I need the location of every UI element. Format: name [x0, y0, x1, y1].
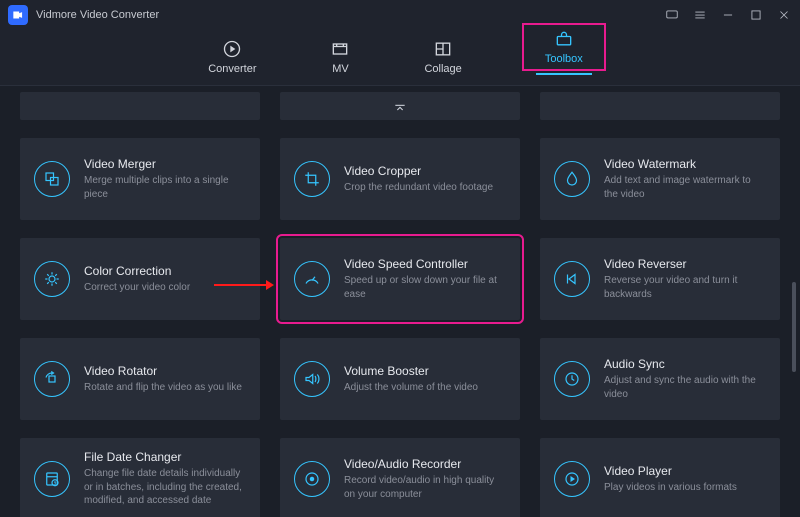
card-video-merger[interactable]: Video Merger Merge multiple clips into a …: [20, 138, 260, 220]
toolbox-grid: Video Merger Merge multiple clips into a …: [20, 138, 780, 517]
card-video-cropper[interactable]: Video Cropper Crop the redundant video fo…: [280, 138, 520, 220]
annotation-arrow: [214, 278, 274, 296]
watermark-icon: [554, 161, 590, 197]
date-icon: [34, 461, 70, 497]
card-desc: Reverse your video and turn it backwards: [604, 274, 766, 301]
card-video-audio-recorder[interactable]: Video/Audio Recorder Record video/audio i…: [280, 438, 520, 517]
content-area: Video Merger Merge multiple clips into a …: [0, 92, 800, 517]
card-title: Video Cropper: [344, 164, 493, 178]
tab-label: Collage: [424, 63, 461, 75]
card-desc: Merge multiple clips into a single piece: [84, 174, 246, 201]
card-desc: Play videos in various formats: [604, 481, 737, 495]
card-video-reverser[interactable]: Video Reverser Reverse your video and tur…: [540, 238, 780, 320]
card-stub[interactable]: [540, 92, 780, 120]
card-title: Video/Audio Recorder: [344, 457, 506, 471]
card-title: File Date Changer: [84, 450, 246, 464]
card-desc: Rotate and flip the video as you like: [84, 381, 242, 395]
card-title: Video Reverser: [604, 257, 766, 271]
reverser-icon: [554, 261, 590, 297]
card-title: Audio Sync: [604, 357, 766, 371]
card-volume-booster[interactable]: Volume Booster Adjust the volume of the v…: [280, 338, 520, 420]
maximize-icon[interactable]: [748, 7, 764, 23]
card-video-rotator[interactable]: Video Rotator Rotate and flip the video a…: [20, 338, 260, 420]
titlebar-controls: [664, 7, 792, 23]
card-title: Video Watermark: [604, 157, 766, 171]
card-file-date-changer[interactable]: File Date Changer Change file date detail…: [20, 438, 260, 517]
merger-icon: [34, 161, 70, 197]
app-title: Vidmore Video Converter: [36, 9, 159, 21]
feedback-icon[interactable]: [664, 7, 680, 23]
card-desc: Speed up or slow down your file at ease: [344, 274, 506, 301]
card-title: Color Correction: [84, 264, 190, 278]
scroll-up-icon[interactable]: [392, 100, 408, 121]
recorder-icon: [294, 461, 330, 497]
minimize-icon[interactable]: [720, 7, 736, 23]
tab-label: Toolbox: [545, 53, 583, 65]
tab-converter[interactable]: Converter: [202, 35, 262, 79]
card-audio-sync[interactable]: Audio Sync Adjust and sync the audio with…: [540, 338, 780, 420]
tab-label: Converter: [208, 63, 256, 75]
sync-icon: [554, 361, 590, 397]
color-icon: [34, 261, 70, 297]
card-video-player[interactable]: Video Player Play videos in various forma…: [540, 438, 780, 517]
tab-collage[interactable]: Collage: [418, 35, 467, 79]
card-desc: Record video/audio in high quality on yo…: [344, 474, 506, 501]
player-icon: [554, 461, 590, 497]
card-stub[interactable]: [20, 92, 260, 120]
top-nav: Converter MV Collage Toolbox: [0, 30, 800, 86]
app-logo: [8, 5, 28, 25]
tab-toolbox[interactable]: Toolbox: [530, 25, 598, 79]
rotator-icon: [34, 361, 70, 397]
card-desc: Adjust the volume of the video: [344, 381, 478, 395]
card-video-speed-controller[interactable]: Video Speed Controller Speed up or slow d…: [280, 238, 520, 320]
card-desc: Add text and image watermark to the vide…: [604, 174, 766, 201]
titlebar: Vidmore Video Converter: [0, 0, 800, 30]
cropper-icon: [294, 161, 330, 197]
card-title: Video Player: [604, 464, 737, 478]
card-desc: Adjust and sync the audio with the video: [604, 374, 766, 401]
menu-icon[interactable]: [692, 7, 708, 23]
tab-mv[interactable]: MV: [324, 35, 356, 79]
card-desc: Correct your video color: [84, 281, 190, 295]
card-desc: Crop the redundant video footage: [344, 181, 493, 195]
close-icon[interactable]: [776, 7, 792, 23]
card-title: Video Speed Controller: [344, 257, 506, 271]
card-title: Video Merger: [84, 157, 246, 171]
card-video-watermark[interactable]: Video Watermark Add text and image waterm…: [540, 138, 780, 220]
tab-label: MV: [332, 63, 349, 75]
card-title: Video Rotator: [84, 364, 242, 378]
card-desc: Change file date details individually or…: [84, 467, 246, 508]
card-title: Volume Booster: [344, 364, 478, 378]
scrollbar-thumb[interactable]: [792, 282, 796, 372]
volume-icon: [294, 361, 330, 397]
speed-icon: [294, 261, 330, 297]
